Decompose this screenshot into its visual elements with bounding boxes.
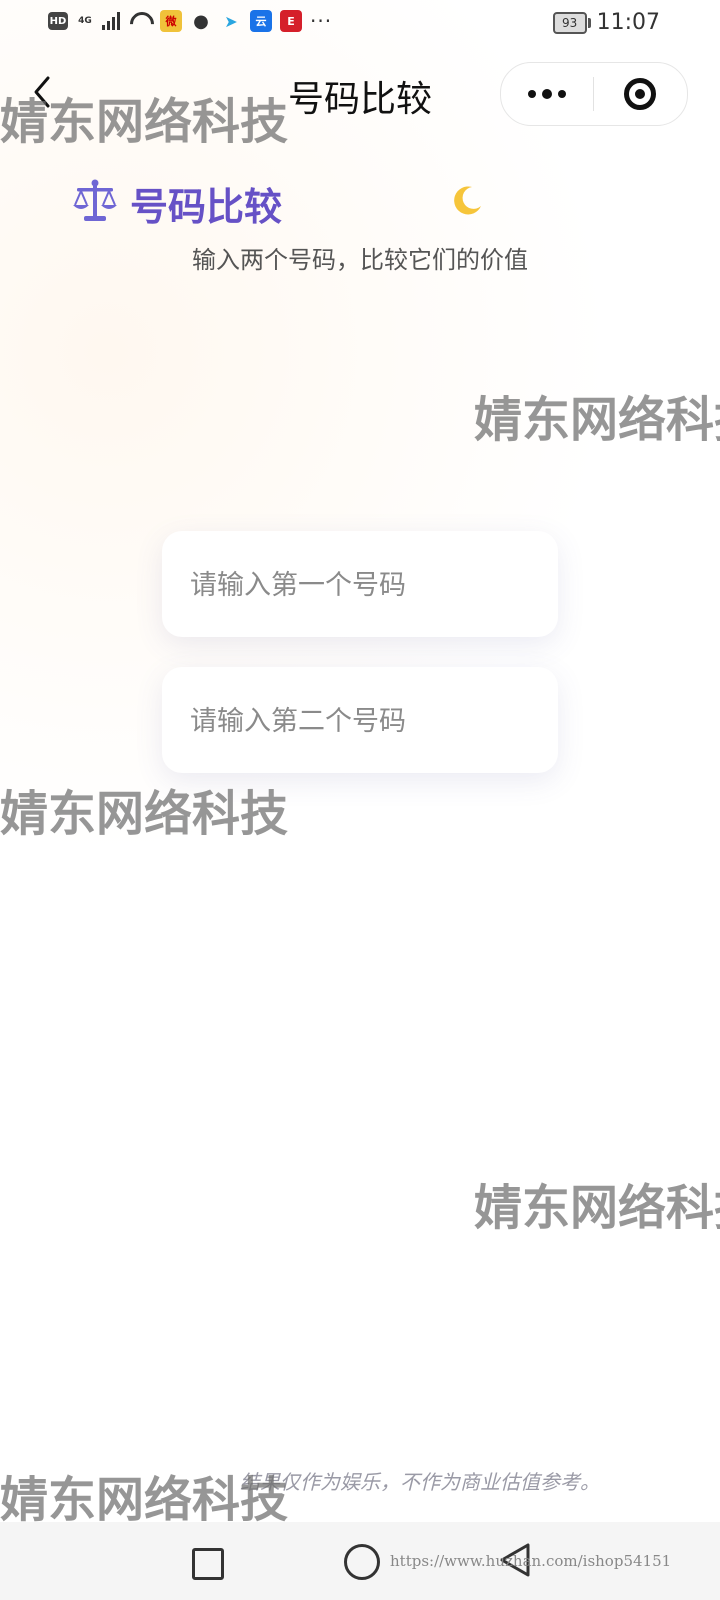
screen: HD 4G 微 ● ➤ 云 E ··· 93 11:07 号码比较 号码比较 输…	[0, 0, 720, 1600]
weibo-icon: 微	[160, 10, 182, 32]
home-icon[interactable]	[344, 1544, 380, 1580]
hd-icon: HD	[48, 12, 68, 30]
watermark: 婧东网络科技	[0, 94, 289, 150]
page-header: 号码比较 输入两个号码，比较它们的价值	[0, 172, 720, 282]
mini-program-capsule	[500, 62, 688, 126]
first-number-input[interactable]	[188, 531, 536, 639]
second-number-input[interactable]	[188, 667, 536, 775]
network-4g-icon: 4G	[78, 15, 92, 26]
page-subtitle: 输入两个号码，比较它们的价值	[192, 246, 528, 274]
cloud-app-icon: 云	[250, 10, 272, 32]
watermark: 婧东网络科技	[0, 1472, 289, 1528]
watermark: 婧东网络科技	[474, 1180, 720, 1236]
first-number-card	[162, 531, 558, 639]
crescent-moon-icon[interactable]	[450, 184, 484, 218]
more-dots-icon[interactable]	[501, 63, 593, 125]
status-icons-right: 93 11:07	[552, 10, 660, 35]
feather-app-icon: ➤	[224, 11, 238, 31]
battery-icon: 93	[552, 11, 591, 34]
watermark: 婧东网络科技	[0, 786, 289, 842]
watermark: 婧东网络科技	[474, 392, 720, 448]
footer-url: https://www.huzhan.com/ishop54151	[390, 1552, 672, 1570]
status-icons-left: HD 4G 微 ● ➤ 云 E ···	[48, 10, 332, 32]
page-title: 号码比较	[130, 185, 283, 229]
recent-apps-icon[interactable]	[192, 1548, 224, 1580]
status-bar: HD 4G 微 ● ➤ 云 E ··· 93 11:07	[0, 0, 720, 46]
wechat-icon: ●	[193, 10, 209, 32]
balance-scale-icon	[73, 179, 117, 221]
second-number-card	[162, 667, 558, 775]
red-app-icon: E	[280, 10, 302, 32]
status-time: 11:07	[596, 10, 660, 35]
more-notifications-icon: ···	[310, 9, 333, 33]
target-close-icon[interactable]	[594, 63, 686, 125]
wifi-icon	[128, 12, 152, 30]
system-nav-bar: https://www.huzhan.com/ishop54151	[0, 1522, 720, 1600]
signal-icon	[102, 12, 120, 30]
